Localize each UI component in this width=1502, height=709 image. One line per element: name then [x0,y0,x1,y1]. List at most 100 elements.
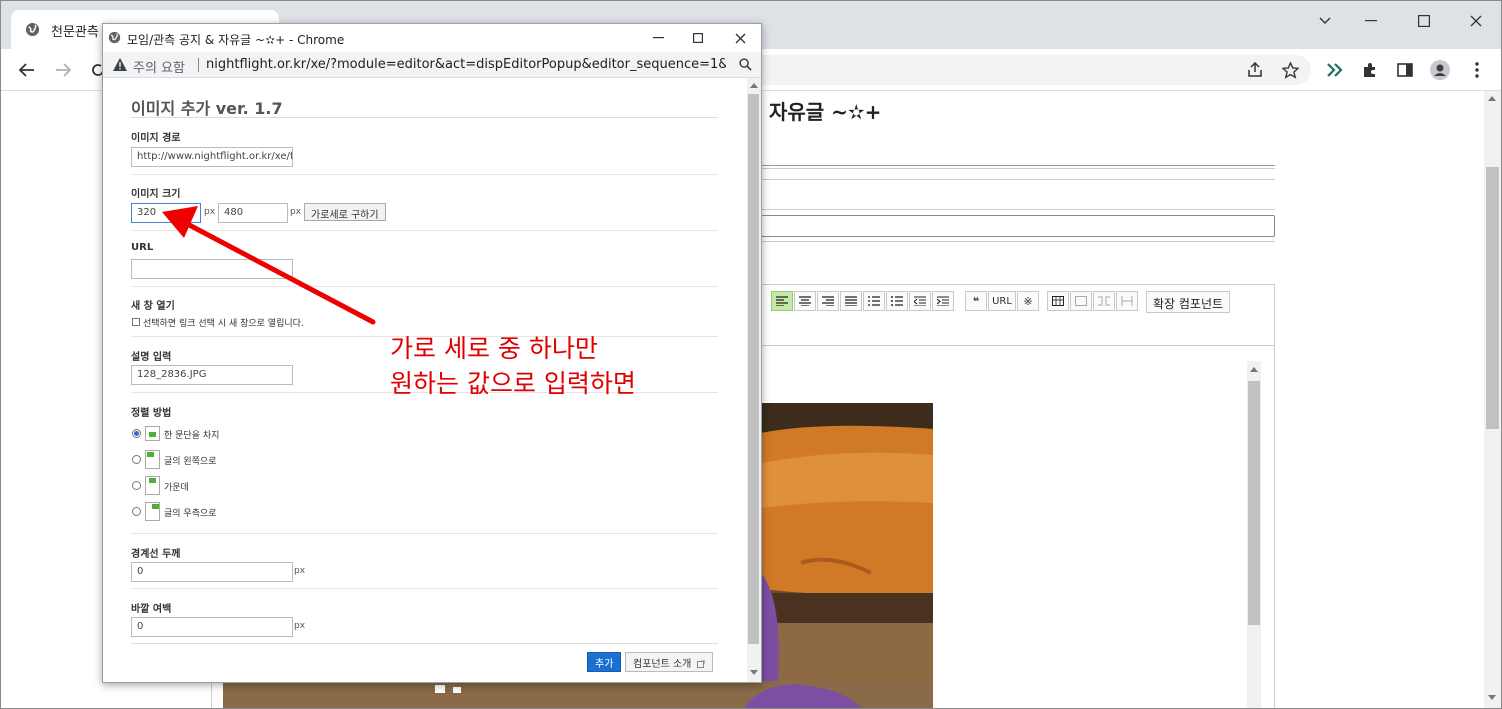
unordered-list-icon[interactable] [886,291,908,311]
split-cells-icon[interactable] [1116,291,1138,311]
popup-scroll-thumb[interactable] [748,94,759,644]
popup-minimize-icon[interactable] [639,27,677,49]
new-window-checkbox-text: 선택하면 링크 선택 시 새 창으로 열립니다. [143,319,304,329]
close-icon[interactable] [1453,7,1499,35]
image-path-input[interactable]: http://www.nightflight.or.kr/xe/fil [131,147,293,167]
back-arrow-icon[interactable] [16,59,38,81]
image-height-input[interactable]: 480 [218,203,288,223]
align-center-image-icon [145,476,160,495]
align-justify-icon[interactable] [840,291,862,311]
width-unit: px [204,207,216,217]
new-window-checkbox[interactable] [132,318,140,326]
align-radio-right[interactable] [132,507,141,516]
extension-component-button[interactable]: 확장 컴포넌트 [1146,291,1231,313]
tab-search-icon[interactable] [1302,7,1348,35]
editor-toolbar-divider [761,345,1275,346]
special-char-icon[interactable]: ※ [1017,291,1039,311]
popup-titlebar[interactable]: 모임/관측 공지 & 자유글 ~✫+ - Chrome [103,24,761,52]
zoom-search-icon[interactable] [739,58,752,71]
extension-arrows-icon[interactable] [1324,59,1346,81]
forward-arrow-icon[interactable] [52,59,74,81]
annotation-text-line2: 원하는 값으로 입력하면 [390,369,636,398]
embedded-photo [761,403,933,708]
security-warning[interactable]: 주의 요함 [133,57,185,76]
align-option-label: 한 문단을 차지 [164,431,220,441]
warning-triangle-icon[interactable] [113,58,127,71]
align-center-icon[interactable] [794,291,816,311]
divider [761,241,1275,242]
align-option-label: 글의 왼쪽으로 [164,457,217,467]
divider [761,209,1275,210]
share-icon[interactable] [1244,59,1266,81]
fetch-size-button[interactable]: 가로세로 구하기 [304,203,386,221]
ordered-list-icon[interactable] [863,291,885,311]
annotation-text-line1: 가로 세로 중 하나만 [390,334,598,363]
outdent-icon[interactable] [909,291,931,311]
divider [131,643,718,644]
align-right-icon[interactable] [817,291,839,311]
quote-icon[interactable]: ❝ [965,291,987,311]
align-left-icon[interactable] [771,291,793,311]
url-label: URL [131,242,154,253]
editor-scroll-thumb[interactable] [1248,381,1260,625]
profile-avatar-icon[interactable] [1429,59,1451,81]
popup-url[interactable]: nightflight.or.kr/xe/?module=editor&act=… [206,57,726,72]
popup-scroll-up-icon[interactable] [750,82,758,88]
minimize-icon[interactable] [1348,7,1394,35]
image-width-input[interactable]: 320 [131,203,201,223]
side-panel-icon[interactable] [1394,59,1416,81]
globe-icon [25,22,40,37]
component-intro-label: 컴포넌트 소개 [633,659,692,670]
border-width-input[interactable]: 0 [131,562,293,582]
table-icon[interactable] [1047,291,1069,311]
indent-icon[interactable] [932,291,954,311]
divider [761,179,1275,180]
divider [131,117,718,118]
table-cell-icon[interactable] [1070,291,1092,311]
popup-maximize-icon[interactable] [679,27,717,49]
extensions-puzzle-icon[interactable] [1359,59,1381,81]
merge-cells-icon[interactable] [1093,291,1115,311]
subject-input[interactable] [761,215,1275,237]
new-window-label: 새 창 열기 [131,301,175,312]
add-button[interactable]: 추가 [587,652,622,672]
image-path-label: 이미지 경로 [131,133,181,144]
border-label: 경계선 두께 [131,549,181,560]
globe-icon [108,31,121,44]
url-link-button[interactable]: URL [988,291,1016,311]
popup-scroll-down-icon[interactable] [750,670,758,676]
page-scroll-up-icon[interactable] [1488,95,1496,101]
component-intro-button[interactable]: 컴포넌트 소개 [625,652,713,672]
link-url-input[interactable] [131,259,293,279]
scroll-up-arrow-icon[interactable] [1250,366,1258,372]
page-heading: 자유글 ~✫+ [769,100,882,124]
align-radio-left[interactable] [132,455,141,464]
margin-unit: px [294,621,306,631]
divider [131,588,718,589]
popup-close-icon[interactable] [721,27,759,49]
align-radio-paragraph[interactable] [132,429,141,438]
margin-input[interactable]: 0 [131,617,293,637]
align-radio-center[interactable] [132,481,141,490]
description-input[interactable]: 128_2836.JPG [131,365,293,385]
align-left-image-icon [145,450,160,469]
address-divider [198,58,199,72]
divider [131,533,718,534]
popup-address-bar[interactable]: 주의 요함 nightflight.or.kr/xe/?module=edito… [103,52,761,78]
description-label: 설명 입력 [131,352,172,363]
form-title: 이미지 추가 ver. 1.7 [131,99,283,118]
align-right-image-icon [145,502,160,521]
page-scroll-thumb[interactable] [1486,167,1499,429]
divider [761,165,1275,166]
image-size-label: 이미지 크기 [131,189,181,200]
height-unit: px [290,207,302,217]
popup-title: 모임/관측 공지 & 자유글 ~✫+ - Chrome [127,33,345,47]
bookmark-star-icon[interactable] [1279,59,1301,81]
maximize-icon[interactable] [1401,7,1447,35]
align-option-label: 가운데 [164,483,189,493]
align-label: 정렬 방법 [131,408,172,419]
tab-title: 천문관측 [51,25,99,40]
page-scroll-down-icon[interactable] [1488,695,1496,701]
more-menu-icon[interactable] [1466,59,1488,81]
external-link-icon [696,659,706,668]
